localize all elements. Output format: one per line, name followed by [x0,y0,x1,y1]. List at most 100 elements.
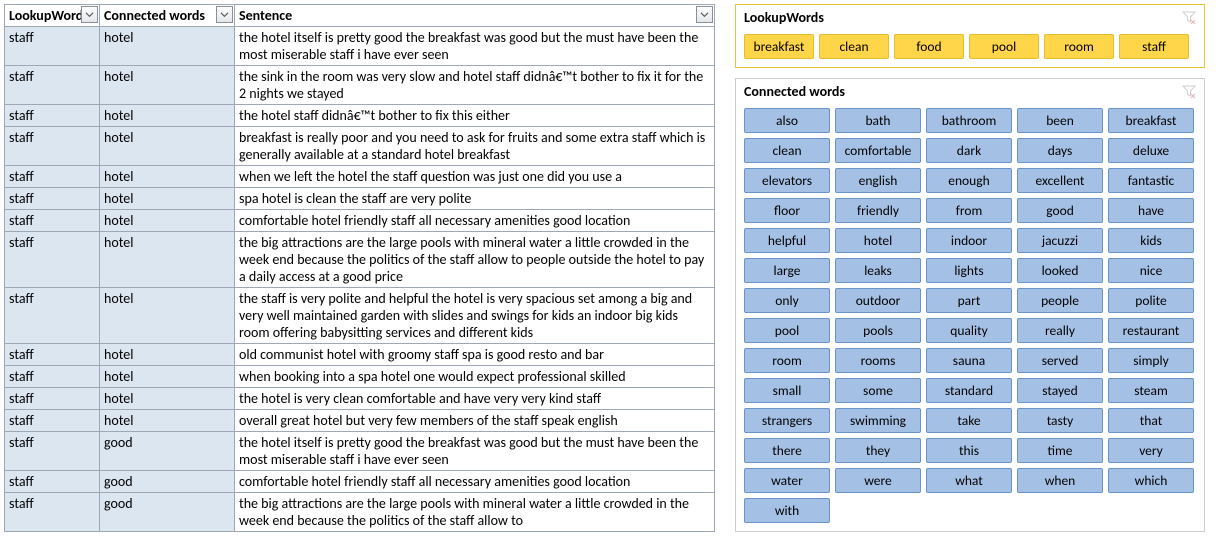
table-row[interactable]: staffhotel when we left the hotel the st… [5,166,715,188]
cell-connected[interactable]: good [100,493,235,532]
slicer-item[interactable]: what [926,468,1012,493]
slicer-item[interactable]: hotel [835,228,921,253]
cell-sentence[interactable]: the sink in the room was very slow and h… [235,66,715,105]
slicer-item[interactable]: people [1017,288,1103,313]
slicer-item[interactable]: very [1108,438,1194,463]
slicer-item[interactable]: kids [1108,228,1194,253]
slicer-item[interactable]: large [744,258,830,283]
slicer-item[interactable]: days [1017,138,1103,163]
table-row[interactable]: staffhotel breakfast is really poor and … [5,127,715,166]
header-connected[interactable]: Connected words [100,5,235,27]
clear-filter-button[interactable] [1182,85,1196,99]
cell-lookup[interactable]: staff [5,288,100,344]
slicer-item[interactable]: small [744,378,830,403]
slicer-item[interactable]: were [835,468,921,493]
slicer-item[interactable]: pool [969,34,1039,59]
table-row[interactable]: staffhotelthe sink in the room was very … [5,66,715,105]
table-row[interactable]: staffhotel the staff is very polite and … [5,288,715,344]
cell-connected[interactable]: hotel [100,210,235,232]
slicer-item[interactable]: been [1017,108,1103,133]
cell-sentence[interactable]: the staff is very polite and helpful the… [235,288,715,344]
slicer-item[interactable]: helpful [744,228,830,253]
slicer-item[interactable]: breakfast [744,34,814,59]
slicer-item[interactable]: lights [926,258,1012,283]
cell-sentence[interactable]: old communist hotel with groomy staff sp… [235,344,715,366]
cell-lookup[interactable]: staff [5,127,100,166]
header-sentence[interactable]: Sentence [235,5,715,27]
cell-lookup[interactable]: staff [5,493,100,532]
slicer-item[interactable]: nice [1108,258,1194,283]
cell-lookup[interactable]: staff [5,344,100,366]
cell-connected[interactable]: hotel [100,66,235,105]
table-row[interactable]: staffgood comfortable hotel friendly sta… [5,471,715,493]
header-lookupwords[interactable]: LookupWords [5,5,100,27]
cell-lookup[interactable]: staff [5,105,100,127]
table-row[interactable]: staffhotel the hotel staff didnâ€™t both… [5,105,715,127]
slicer-item[interactable]: part [926,288,1012,313]
slicer-item[interactable]: polite [1108,288,1194,313]
table-row[interactable]: staffhotel old communist hotel with groo… [5,344,715,366]
cell-sentence[interactable]: the hotel is very clean comfortable and … [235,388,715,410]
slicer-item[interactable]: which [1108,468,1194,493]
clear-filter-button[interactable] [1182,11,1196,25]
cell-sentence[interactable]: comfortable hotel friendly staff all nec… [235,210,715,232]
cell-connected[interactable]: hotel [100,232,235,288]
slicer-item[interactable]: food [894,34,964,59]
slicer-item[interactable]: there [744,438,830,463]
slicer-item[interactable]: simply [1108,348,1194,373]
slicer-item[interactable]: swimming [835,408,921,433]
slicer-item[interactable]: comfortable [835,138,921,163]
slicer-item[interactable]: deluxe [1108,138,1194,163]
slicer-item[interactable]: standard [926,378,1012,403]
cell-sentence[interactable]: spa hotel is clean the staff are very po… [235,188,715,210]
slicer-item[interactable]: leaks [835,258,921,283]
slicer-item[interactable]: looked [1017,258,1103,283]
slicer-item[interactable]: time [1017,438,1103,463]
cell-sentence[interactable]: when booking into a spa hotel one would … [235,366,715,388]
cell-connected[interactable]: hotel [100,410,235,432]
cell-sentence[interactable]: the big attractions are the large pools … [235,493,715,532]
slicer-item[interactable]: outdoor [835,288,921,313]
slicer-item[interactable]: room [744,348,830,373]
cell-lookup[interactable]: staff [5,166,100,188]
cell-lookup[interactable]: staff [5,27,100,66]
cell-lookup[interactable]: staff [5,471,100,493]
table-row[interactable]: staffgood the big attractions are the la… [5,493,715,532]
slicer-item[interactable]: water [744,468,830,493]
slicer-item[interactable]: when [1017,468,1103,493]
slicer-item[interactable]: english [835,168,921,193]
table-row[interactable]: staffhotelthe hotel is very clean comfor… [5,388,715,410]
slicer-item[interactable]: elevators [744,168,830,193]
cell-connected[interactable]: hotel [100,344,235,366]
slicer-item[interactable]: clean [744,138,830,163]
filter-button-connected[interactable] [216,6,233,23]
slicer-item[interactable]: also [744,108,830,133]
cell-lookup[interactable]: staff [5,388,100,410]
cell-lookup[interactable]: staff [5,432,100,471]
slicer-item[interactable]: bath [835,108,921,133]
slicer-item[interactable]: pools [835,318,921,343]
cell-connected[interactable]: hotel [100,127,235,166]
slicer-item[interactable]: sauna [926,348,1012,373]
cell-sentence[interactable]: overall great hotel but very few members… [235,410,715,432]
cell-sentence[interactable]: the big attractions are the large pools … [235,232,715,288]
cell-sentence[interactable]: when we left the hotel the staff questio… [235,166,715,188]
slicer-item[interactable]: really [1017,318,1103,343]
table-row[interactable]: staffhotel overall great hotel but very … [5,410,715,432]
cell-connected[interactable]: hotel [100,366,235,388]
slicer-item[interactable]: from [926,198,1012,223]
cell-sentence[interactable]: the hotel itself is pretty good the brea… [235,432,715,471]
slicer-item[interactable]: stayed [1017,378,1103,403]
slicer-item[interactable]: quality [926,318,1012,343]
slicer-item[interactable]: this [926,438,1012,463]
cell-connected[interactable]: hotel [100,288,235,344]
slicer-item[interactable]: with [744,498,830,523]
slicer-item[interactable]: some [835,378,921,403]
cell-connected[interactable]: hotel [100,27,235,66]
filter-button-sentence[interactable] [696,6,713,23]
slicer-item[interactable]: they [835,438,921,463]
table-row[interactable]: staffhotelwhen booking into a spa hotel … [5,366,715,388]
cell-sentence[interactable]: breakfast is really poor and you need to… [235,127,715,166]
slicer-item[interactable]: friendly [835,198,921,223]
cell-lookup[interactable]: staff [5,210,100,232]
